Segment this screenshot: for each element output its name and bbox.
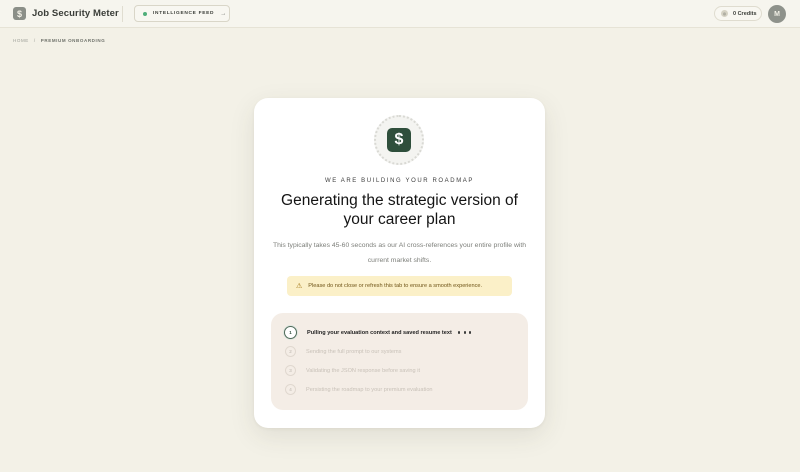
page-title: Generating the strategic version of your… (281, 192, 518, 228)
intelligence-feed-button[interactable]: INTELLIGENCE FEED → (134, 5, 230, 22)
roadmap-progress-card: $ WE ARE BUILDING YOUR ROADMAP Generatin… (254, 98, 545, 428)
step-label: Persisting the roadmap to your premium e… (306, 386, 433, 393)
warning-banner: ⚠ Please do not close or refresh this ta… (287, 276, 512, 296)
progress-steps: 1 Pulling your evaluation context and sa… (271, 313, 528, 410)
status-dot-icon (143, 11, 147, 16)
coin-icon: ◎ (721, 10, 728, 17)
step-item: 1 Pulling your evaluation context and sa… (284, 326, 475, 339)
step-number: 2 (285, 346, 296, 357)
loading-dots-icon (457, 331, 475, 334)
brand[interactable]: $ Job Security Meter (13, 7, 119, 20)
top-bar: $ Job Security Meter INTELLIGENCE FEED →… (0, 0, 800, 28)
breadcrumb-current: PREMIUM ONBOARDING (40, 38, 106, 43)
dollar-logo-icon: $ (13, 7, 26, 20)
step-number: 3 (285, 365, 296, 376)
intelligence-feed-label: INTELLIGENCE FEED (153, 11, 215, 16)
header-divider (122, 6, 123, 22)
step-item: 4 Persisting the roadmap to your premium… (285, 384, 433, 395)
badge-ring: $ (374, 115, 424, 165)
page-subtitle: This typically takes 45-60 seconds as ou… (272, 242, 527, 264)
breadcrumb: HOME / PREMIUM ONBOARDING (13, 38, 105, 43)
credits-label: 0 Credits (733, 10, 757, 17)
step-number: 1 (284, 326, 297, 339)
breadcrumb-separator: / (33, 38, 36, 43)
step-item: 2 Sending the full prompt to our systems (285, 346, 401, 357)
warning-triangle-icon: ⚠ (296, 283, 303, 290)
eyebrow-label: WE ARE BUILDING YOUR ROADMAP (324, 178, 475, 184)
warning-text: Please do not close or refresh this tab … (308, 283, 483, 289)
step-label: Sending the full prompt to our systems (306, 348, 402, 355)
dollar-badge-icon: $ (387, 128, 411, 152)
step-item: 3 Validating the JSON response before sa… (285, 365, 420, 376)
avatar[interactable]: M (768, 5, 786, 23)
breadcrumb-home[interactable]: HOME (13, 38, 29, 43)
step-number: 4 (285, 384, 296, 395)
step-label: Validating the JSON response before savi… (306, 367, 421, 374)
arrow-right-icon: → (220, 10, 227, 17)
credits-button[interactable]: ◎ 0 Credits (714, 6, 762, 21)
app-name: Job Security Meter (32, 8, 119, 19)
step-label: Pulling your evaluation context and save… (307, 329, 452, 336)
